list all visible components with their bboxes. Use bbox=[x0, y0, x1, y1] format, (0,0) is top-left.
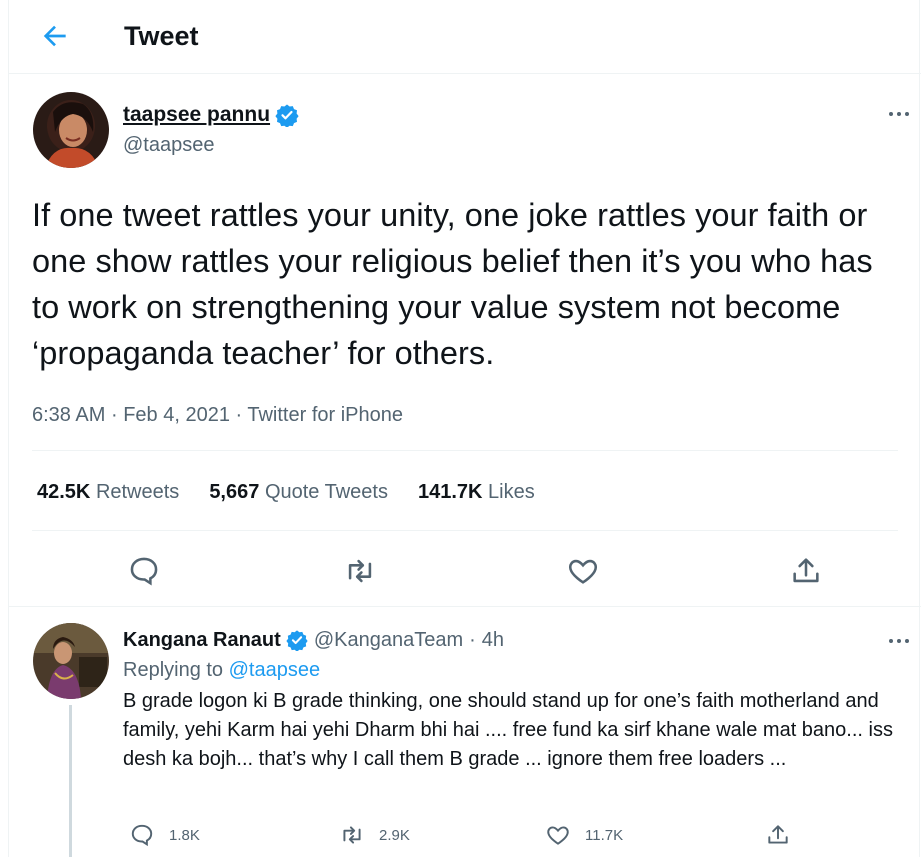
like-count: 11.7K bbox=[585, 826, 624, 844]
divider bbox=[32, 450, 898, 451]
tweet-date[interactable]: Feb 4, 2021 bbox=[123, 404, 230, 426]
replying-to: Replying to @taapsee bbox=[123, 657, 320, 683]
retweet-count: 2.9K bbox=[379, 826, 410, 844]
avatar[interactable] bbox=[33, 92, 109, 168]
reply-author-handle[interactable]: @KanganaTeam bbox=[314, 627, 463, 653]
author-name[interactable]: taapsee pannu bbox=[123, 102, 270, 128]
likes-stat[interactable]: 141.7K Likes bbox=[418, 479, 535, 505]
reply-actions: 1.8K 2.9K 11.7K bbox=[123, 822, 913, 852]
verified-badge-icon bbox=[275, 104, 299, 127]
divider bbox=[32, 530, 898, 531]
reply-icon[interactable] bbox=[127, 554, 161, 588]
reply-text: B grade logon ki B grade thinking, one s… bbox=[123, 690, 893, 770]
reply-reply-button[interactable]: 1.8K bbox=[129, 822, 200, 848]
reply-icon bbox=[131, 824, 153, 847]
tweet-actions bbox=[9, 550, 921, 590]
like-icon bbox=[547, 826, 569, 845]
replying-mention[interactable]: @taapsee bbox=[229, 659, 320, 681]
tweet-text: If one tweet rattles your unity, one jok… bbox=[32, 197, 873, 371]
more-icon[interactable] bbox=[884, 629, 914, 653]
retweet-icon bbox=[343, 826, 361, 844]
reply-tweet[interactable]: Kangana Ranaut @KanganaTeam · 4h Replyin… bbox=[9, 607, 921, 857]
page-header: Tweet bbox=[9, 0, 921, 74]
tweet-meta: 6:38 AM · Feb 4, 2021 · Twitter for iPho… bbox=[32, 402, 403, 428]
retweets-stat[interactable]: 42.5K Retweets bbox=[37, 479, 179, 505]
reply-like-button[interactable]: 11.7K bbox=[545, 822, 623, 848]
share-icon bbox=[768, 825, 788, 844]
meta-separator: · bbox=[110, 404, 118, 426]
reply-author-row: Kangana Ranaut @KanganaTeam · 4h bbox=[123, 627, 504, 653]
verified-badge-icon bbox=[286, 630, 308, 651]
retweet-icon[interactable] bbox=[343, 554, 377, 588]
tweet-page: Tweet taapsee pannu @taapsee If one twee… bbox=[8, 0, 921, 857]
replying-prefix: Replying to bbox=[123, 659, 224, 681]
author-row: taapsee pannu bbox=[123, 102, 299, 128]
author-handle[interactable]: @taapsee bbox=[123, 132, 214, 158]
share-icon[interactable] bbox=[789, 554, 823, 588]
tweet-source[interactable]: Twitter for iPhone bbox=[247, 404, 403, 426]
reply-share-button[interactable] bbox=[765, 822, 805, 848]
meta-separator: · bbox=[235, 404, 243, 426]
reply-count: 1.8K bbox=[169, 826, 200, 844]
meta-separator: · bbox=[469, 629, 476, 651]
reply-time[interactable]: 4h bbox=[482, 627, 504, 653]
avatar[interactable] bbox=[33, 623, 109, 699]
tweet-stats: 42.5K Retweets 5,667 Quote Tweets 141.7K… bbox=[37, 479, 565, 505]
more-icon[interactable] bbox=[884, 102, 914, 126]
reply-author-name[interactable]: Kangana Ranaut bbox=[123, 627, 281, 653]
tweet-time[interactable]: 6:38 AM bbox=[32, 404, 105, 426]
thread-line bbox=[69, 705, 72, 857]
like-icon[interactable] bbox=[566, 554, 600, 588]
quote-tweets-stat[interactable]: 5,667 Quote Tweets bbox=[209, 479, 388, 505]
back-arrow-icon[interactable] bbox=[39, 20, 71, 52]
page-title: Tweet bbox=[124, 21, 199, 51]
reply-retweet-button[interactable]: 2.9K bbox=[339, 822, 410, 848]
